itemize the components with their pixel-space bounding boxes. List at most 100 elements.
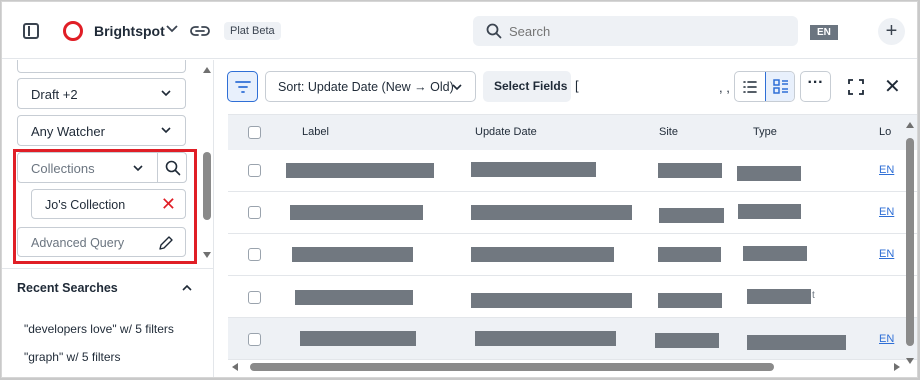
app-window: Brightspot Plat Beta EN + Draft +2 Any W… xyxy=(1,1,918,378)
advanced-query-field[interactable]: Advanced Query xyxy=(17,227,186,257)
locale-link[interactable]: EN xyxy=(879,164,894,176)
redacted-site xyxy=(659,208,724,223)
scroll-thumb[interactable] xyxy=(250,363,774,371)
collections-placeholder: Collections xyxy=(31,161,95,176)
add-button[interactable]: + xyxy=(878,18,905,45)
chevron-down-icon xyxy=(161,90,171,97)
locale-link[interactable]: EN xyxy=(879,206,894,218)
table-row[interactable]: t xyxy=(228,276,917,318)
status-filter-label: Draft +2 xyxy=(31,87,78,102)
watcher-filter-label: Any Watcher xyxy=(31,124,105,139)
redacted-site xyxy=(658,163,722,178)
table-row[interactable]: EN xyxy=(228,318,917,360)
link-icon[interactable] xyxy=(190,22,210,40)
table-header: Label Update Date Site Type Lo xyxy=(228,114,917,150)
stray-commas-text: , , xyxy=(719,80,730,95)
redacted-site xyxy=(658,293,722,308)
locale-link[interactable]: EN xyxy=(879,333,894,345)
close-icon[interactable]: ✕ xyxy=(884,74,901,99)
scroll-thumb[interactable] xyxy=(906,138,914,346)
search-icon xyxy=(486,23,502,39)
scroll-left-arrow-icon[interactable] xyxy=(232,363,238,371)
search-input[interactable] xyxy=(509,22,779,40)
expand-icon[interactable] xyxy=(848,79,864,95)
chevron-up-icon[interactable] xyxy=(182,284,192,292)
redacted-date xyxy=(471,162,596,177)
sidebar-scrollbar[interactable] xyxy=(202,64,212,264)
row-checkbox[interactable] xyxy=(248,206,261,219)
search-results-panel: Sort: Update Date (New → Old) Select Fie… xyxy=(215,60,917,377)
collections-search-button[interactable] xyxy=(157,152,187,183)
pencil-icon[interactable] xyxy=(158,235,174,251)
language-badge[interactable]: EN xyxy=(810,25,838,40)
brightspot-logo-icon xyxy=(63,21,83,41)
table-vertical-scrollbar[interactable] xyxy=(904,120,916,370)
stray-bracket-text: [ xyxy=(575,78,579,93)
grid-view-icon xyxy=(773,79,788,94)
top-bar: Brightspot Plat Beta EN + xyxy=(2,2,917,59)
site-name[interactable]: Brightspot xyxy=(94,23,165,39)
status-filter-select[interactable]: Draft +2 xyxy=(17,78,186,109)
select-fields-button[interactable]: Select Fields xyxy=(483,71,571,102)
grid-view-button[interactable] xyxy=(765,72,794,101)
row-checkbox[interactable] xyxy=(248,333,261,346)
chevron-down-icon xyxy=(161,127,171,134)
row-checkbox[interactable] xyxy=(248,248,261,261)
recent-searches-title: Recent Searches xyxy=(17,281,118,295)
table-row[interactable]: EN xyxy=(228,150,917,192)
redacted-label xyxy=(295,290,413,305)
search-icon xyxy=(165,160,181,176)
stray-text: t xyxy=(812,290,815,301)
redacted-label xyxy=(300,331,416,346)
redacted-date xyxy=(475,331,616,346)
redacted-date xyxy=(471,293,632,308)
scroll-up-arrow-icon[interactable] xyxy=(906,122,914,128)
sort-label: Sort: Update Date (New → Old) xyxy=(278,80,454,94)
column-header-label[interactable]: Label xyxy=(302,126,329,138)
redacted-label xyxy=(286,163,434,178)
filter-toggle-button[interactable] xyxy=(227,71,258,102)
scroll-thumb[interactable] xyxy=(203,152,211,220)
remove-collection-icon[interactable]: ✕ xyxy=(161,194,176,215)
scroll-up-arrow-icon[interactable] xyxy=(203,67,211,73)
redacted-type xyxy=(747,289,811,304)
table-row[interactable]: EN xyxy=(228,192,917,234)
scroll-down-arrow-icon[interactable] xyxy=(203,252,211,258)
table-horizontal-scrollbar[interactable] xyxy=(228,360,904,374)
locale-link[interactable]: EN xyxy=(879,248,894,260)
divider xyxy=(2,268,213,269)
chevron-down-icon[interactable] xyxy=(166,25,178,33)
list-view-button[interactable] xyxy=(735,72,765,101)
sidebar-toggle-icon[interactable] xyxy=(23,23,39,39)
creator-filter-select[interactable] xyxy=(17,60,186,73)
watcher-filter-select[interactable]: Any Watcher xyxy=(17,115,186,146)
collections-select[interactable]: Collections xyxy=(17,152,158,183)
redacted-type xyxy=(747,335,846,350)
recent-search-item[interactable]: "developers love" w/ 5 filters xyxy=(24,322,174,336)
scroll-down-arrow-icon[interactable] xyxy=(906,358,914,364)
more-options-button[interactable]: ··· xyxy=(800,71,831,102)
row-checkbox[interactable] xyxy=(248,164,261,177)
chevron-down-icon xyxy=(133,165,143,172)
row-checkbox[interactable] xyxy=(248,291,261,304)
select-fields-label: Select Fields xyxy=(494,79,568,93)
column-header-locale[interactable]: Lo xyxy=(879,126,891,138)
chevron-down-icon xyxy=(452,84,462,91)
column-header-type[interactable]: Type xyxy=(753,126,777,138)
list-view-icon xyxy=(743,81,757,93)
filter-sidebar: Draft +2 Any Watcher Collections Jo's Co… xyxy=(2,60,214,377)
table-row[interactable]: EN xyxy=(228,234,917,276)
column-header-update-date[interactable]: Update Date xyxy=(475,126,537,138)
column-header-site[interactable]: Site xyxy=(659,126,678,138)
scroll-right-arrow-icon[interactable] xyxy=(894,363,900,371)
redacted-site xyxy=(658,247,721,262)
global-search[interactable] xyxy=(473,16,798,46)
redacted-site xyxy=(655,333,719,348)
select-all-checkbox[interactable] xyxy=(248,126,261,139)
redacted-date xyxy=(471,247,614,262)
environment-badge: Plat Beta xyxy=(224,22,281,40)
filter-icon xyxy=(235,81,251,93)
recent-search-item[interactable]: "graph" w/ 5 filters xyxy=(24,350,121,364)
advanced-query-label: Advanced Query xyxy=(31,236,125,250)
sort-select[interactable]: Sort: Update Date (New → Old) xyxy=(265,71,476,102)
